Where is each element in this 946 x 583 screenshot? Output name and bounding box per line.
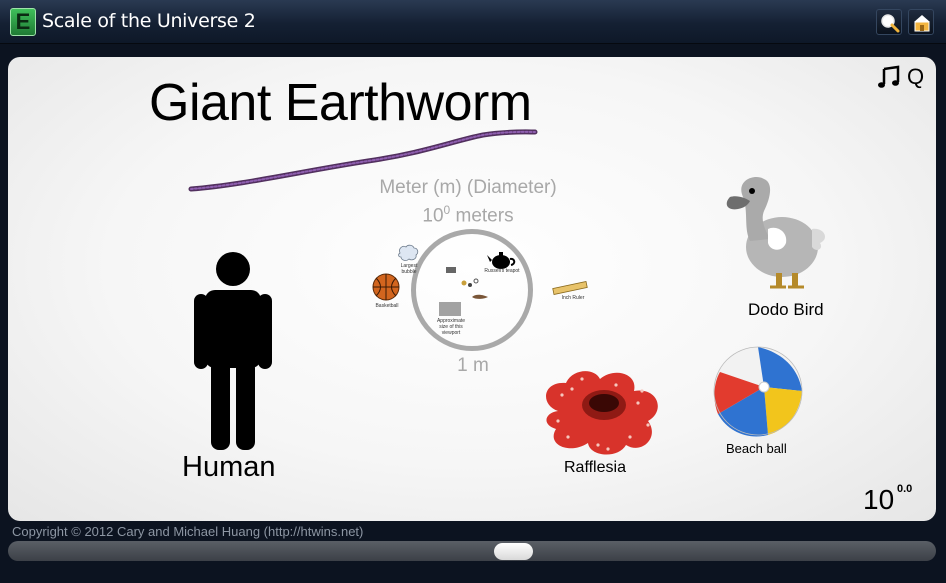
exponent-base: 10 bbox=[863, 484, 895, 515]
app-logo-icon: E bbox=[10, 8, 36, 36]
bubble-label: Largest bubble bbox=[400, 263, 418, 275]
scale-reference-label: 1 m bbox=[457, 355, 489, 376]
bubble-icon[interactable] bbox=[397, 244, 419, 262]
magnifier-icon bbox=[881, 14, 900, 33]
home-info-button[interactable] bbox=[908, 9, 934, 35]
beach-ball-label: Beach ball bbox=[726, 441, 787, 456]
music-note-icon[interactable] bbox=[876, 65, 902, 91]
dodo-bird-label: Dodo Bird bbox=[748, 300, 824, 319]
universe-viewport[interactable]: Q Giant Earthworm Meter (m) (Diameter) 1… bbox=[8, 57, 936, 521]
search-button[interactable] bbox=[876, 9, 902, 35]
rafflesia-figure[interactable] bbox=[538, 365, 668, 457]
rafflesia-label: Rafflesia bbox=[564, 459, 626, 476]
app-title: Scale of the Universe 2 bbox=[42, 10, 256, 32]
copyright-text: Copyright © 2012 Cary and Michael Huang … bbox=[12, 524, 364, 539]
title-bar: E Scale of the Universe 2 bbox=[0, 0, 946, 44]
beach-ball-figure[interactable] bbox=[708, 344, 808, 444]
human-label: Human bbox=[182, 451, 276, 483]
meter-unit-label: Meter (m) (Diameter) bbox=[379, 177, 557, 198]
zoom-slider-handle[interactable] bbox=[494, 543, 533, 560]
zoom-slider-track[interactable] bbox=[8, 541, 936, 561]
viewport-size-label: Approximate size of this viewport bbox=[436, 318, 466, 336]
meter-power-label: 100 meters bbox=[343, 203, 593, 227]
small-objects-cluster[interactable] bbox=[444, 265, 504, 305]
human-figure[interactable] bbox=[194, 250, 272, 450]
home-info-icon bbox=[914, 15, 930, 32]
viewport-size-swatch bbox=[439, 302, 461, 316]
meter-power-unit: meters bbox=[450, 205, 514, 227]
meter-power-base: 10 bbox=[422, 205, 444, 227]
dodo-bird-figure[interactable] bbox=[720, 169, 840, 294]
ruler-icon[interactable] bbox=[552, 281, 588, 295]
ruler-label: Inch Ruler bbox=[561, 295, 585, 301]
exponent-value: 0.0 bbox=[897, 483, 913, 495]
basketball-icon[interactable] bbox=[371, 272, 401, 302]
basketball-label: Basketball bbox=[375, 303, 399, 309]
object-title: Giant Earthworm bbox=[149, 74, 532, 132]
quality-toggle-button[interactable]: Q bbox=[907, 64, 924, 90]
